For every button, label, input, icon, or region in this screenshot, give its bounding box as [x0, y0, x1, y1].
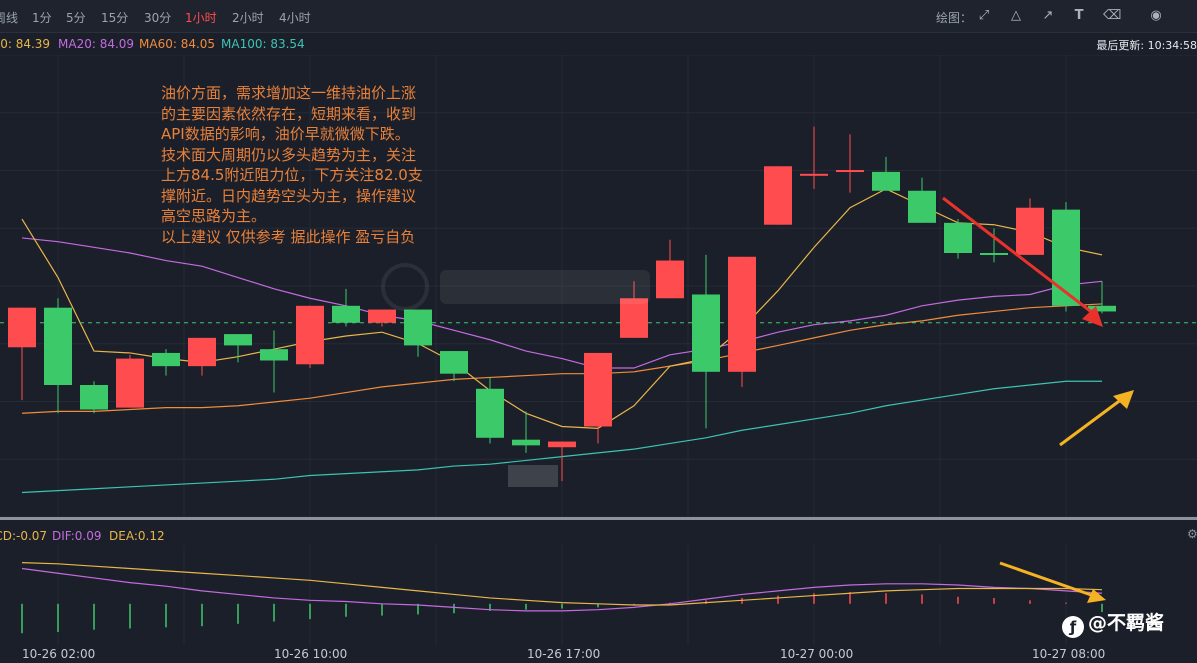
- timeframe-tab[interactable]: 1小时: [185, 9, 217, 26]
- candle-body: [296, 305, 324, 365]
- eye-icon[interactable]: ◉: [1148, 8, 1164, 24]
- macd-label: MACD:-0.07: [0, 529, 48, 543]
- triangle-tool-icon[interactable]: △: [1008, 8, 1024, 24]
- candle-body: [188, 337, 216, 367]
- annotation-line: 技术面大周期仍以多头趋势为主，关注: [161, 145, 417, 164]
- delete-drawings-icon[interactable]: ⌫: [1103, 8, 1121, 24]
- brand-logo-icon: ƒ: [1062, 616, 1084, 638]
- draw-label: 绘图：: [936, 11, 973, 25]
- annotation-line: 的主要因素依然存在，短期来看，收到: [161, 104, 417, 123]
- blurred-label: [508, 465, 558, 487]
- dif-label: DIF:0.09: [52, 529, 102, 543]
- annotation-line: API数据的影响，油价早就微微下跌。: [161, 125, 410, 143]
- candle-body: [224, 334, 252, 346]
- candle-body: [656, 260, 684, 299]
- brand-label: @不羁酱: [1088, 612, 1165, 634]
- timeframe-tab[interactable]: 1分: [32, 9, 52, 26]
- x-tick-label: 10-26 10:00: [274, 647, 348, 661]
- last-update: 最后更新: 10:34:58: [1096, 39, 1197, 52]
- candle-body: [44, 307, 72, 385]
- candle-body: [548, 441, 576, 448]
- x-tick-label: 10-26 02:00: [22, 647, 96, 661]
- candle-body: [512, 439, 540, 446]
- settings-icon[interactable]: ⚙: [1187, 527, 1197, 541]
- arrow-tool-icon[interactable]: ↗: [1040, 8, 1056, 24]
- candle-body: [80, 385, 108, 410]
- candle-body: [728, 256, 756, 372]
- macd-arrow: [999, 561, 1095, 598]
- yellow-up-arrow: [1059, 397, 1123, 447]
- timeframe-tab[interactable]: 15分: [101, 9, 128, 26]
- ma-legend: MA10: 84.39 MA20: 84.09 MA60: 84.05 MA10…: [0, 33, 1197, 55]
- macd-legend: MACD:-0.07 DIF:0.09 DEA:0.12 ⚙: [0, 527, 1197, 545]
- candle-body: [476, 388, 504, 438]
- annotation-line: 撑附近。日内趋势空头为主，操作建议: [161, 186, 417, 205]
- panel-divider[interactable]: [0, 517, 1197, 520]
- candle-body: [152, 352, 180, 367]
- x-tick-label: 10-27 08:00: [1032, 647, 1106, 661]
- timeframe-tab[interactable]: 2小时: [232, 9, 264, 26]
- x-tick-label: 10-27 00:00: [780, 647, 854, 661]
- candle-body: [944, 222, 972, 253]
- annotation-line: 油价方面，需求增加这一维持油价上涨: [161, 84, 417, 102]
- ma20-label: MA20: 84.09: [58, 37, 135, 51]
- ma60-label: MA60: 84.05: [139, 37, 216, 51]
- analysis-annotation: 油价方面，需求增加这一维持油价上涨 的主要因素依然存在，短期来看，收到 API数据的…: [161, 83, 451, 247]
- timeframe-tab[interactable]: 30分: [144, 9, 171, 26]
- annotation-line: 高空思路为主。: [161, 207, 267, 225]
- text-tool-icon[interactable]: T: [1071, 8, 1087, 24]
- candle-body: [440, 351, 468, 374]
- timeframe-tab[interactable]: 周线: [0, 9, 18, 26]
- candle-body: [872, 171, 900, 191]
- candle-body: [8, 307, 36, 348]
- brand-watermark: ƒ @不羁酱: [1062, 608, 1164, 638]
- timeframe-toolbar: 周线 1分 5分 15分 30分 1小时 2小时 4小时 绘图： ⤢ △ ↗ T ⌫ ◉: [0, 0, 1197, 33]
- x-axis: 10-26 02:00 10-26 10:00 10-26 17:00 10-2…: [0, 645, 1197, 663]
- line-tool-icon[interactable]: ⤢: [976, 8, 992, 24]
- candle-body: [836, 170, 864, 173]
- candle-body: [980, 253, 1008, 255]
- dea-label: DEA:0.12: [109, 529, 165, 543]
- annotation-line: 上方84.5附近阻力位，下方关注82.0支: [161, 166, 423, 184]
- timeframe-tab[interactable]: 4小时: [279, 9, 311, 26]
- macd-chart[interactable]: [0, 545, 1197, 645]
- candle-body: [1016, 207, 1044, 255]
- candle-body: [404, 309, 432, 346]
- timeframe-tab[interactable]: 5分: [66, 9, 86, 26]
- candle-body: [908, 190, 936, 223]
- yellow-arrow-head: [1113, 390, 1134, 409]
- candle-body: [116, 358, 144, 408]
- watermark: [380, 262, 660, 312]
- candle-body: [584, 352, 612, 427]
- candle-body: [260, 349, 288, 361]
- annotation-line: 以上建议 仅供参考 据此操作 盈亏自负: [161, 227, 416, 246]
- x-tick-label: 10-26 17:00: [527, 647, 601, 661]
- ma10-label: MA10: 84.39: [0, 37, 51, 51]
- ma100-label: MA100: 83.54: [221, 37, 305, 51]
- candle-body: [800, 173, 828, 176]
- candle-body: [764, 166, 792, 225]
- candle-body: [332, 305, 360, 323]
- candle-body: [692, 294, 720, 372]
